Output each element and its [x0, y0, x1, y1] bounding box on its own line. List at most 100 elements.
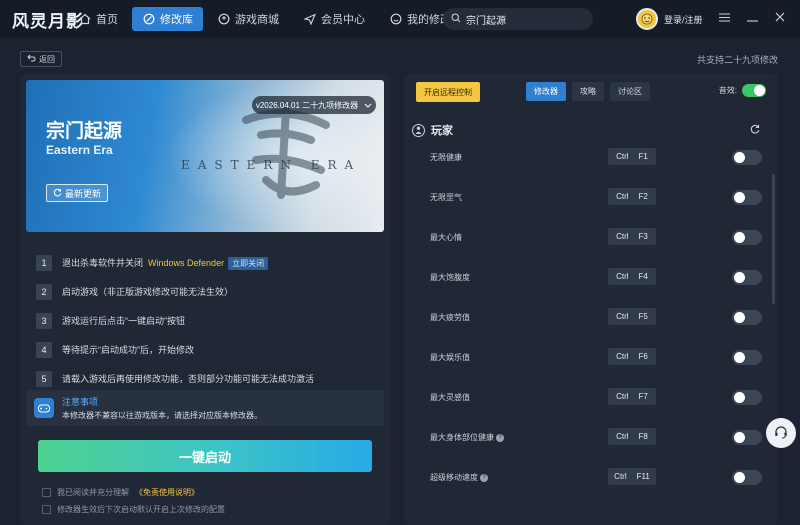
feature-name: 无限罡气 [430, 193, 462, 202]
feature-toggle[interactable] [732, 190, 762, 205]
feature-name: 最大灵感值 [430, 393, 470, 402]
close-now-button[interactable]: 立即关闭 [228, 256, 269, 270]
minimize-icon [746, 11, 758, 25]
customer-support-button[interactable] [766, 418, 796, 448]
smile-icon [389, 13, 402, 26]
reset-icon[interactable] [750, 124, 760, 137]
gamepad-notice-icon [34, 398, 54, 418]
sound-label: 音效: [718, 86, 737, 95]
headset-icon [774, 425, 788, 442]
login-area[interactable]: 登录/注册 [636, 8, 703, 30]
step-item: 3 游戏运行后点击“一键启动”按钮 [36, 306, 376, 335]
feature-list: 无限健康 Ctrl F1 无限罡气 Ctrl F2 最大心情 Ctrl F3 最大饱腹… [404, 138, 772, 498]
nav-item-library[interactable]: 修改库 [132, 7, 203, 31]
feature-row: 最大饱腹度 Ctrl F4 [404, 258, 772, 298]
feature-row: 最大心情 Ctrl F3 [404, 218, 772, 258]
hotkey-button[interactable]: Ctrl F2 [608, 188, 656, 205]
one-click-launch-button[interactable]: 一键启动 [38, 440, 372, 472]
back-arrow-icon [27, 54, 36, 64]
feature-row: 最大灵感值 Ctrl F7 [404, 378, 772, 418]
agree-checkbox[interactable] [42, 488, 51, 497]
feature-list-scrollbar[interactable] [772, 174, 775, 304]
hotkey-button[interactable]: Ctrl F3 [608, 228, 656, 245]
send-icon [303, 13, 316, 26]
close-button[interactable] [772, 10, 788, 26]
home-icon [78, 13, 91, 26]
feature-name: 最大身体部位健康? [430, 432, 504, 443]
remember-checkbox[interactable] [42, 505, 51, 514]
feature-toggle[interactable] [732, 310, 762, 325]
nav-item-member-center[interactable]: 会员中心 [293, 7, 375, 31]
help-icon[interactable]: ? [496, 433, 504, 442]
login-register-link[interactable]: 登录/注册 [664, 13, 703, 26]
notice-text: 本修改器不兼容以往游戏版本，请选择对应版本修改器。 [62, 411, 262, 420]
game-info-panel: EASTERN ERA 宗门起源 Eastern Era 最新更新 v2026.… [20, 74, 390, 525]
app-window: 风灵月影 首页 修改库 游戏商城 会员中心 我的修改器 宗门起源 登录/注册 返… [0, 0, 800, 525]
nav-item-home[interactable]: 首页 [68, 7, 128, 31]
sound-toggle[interactable] [742, 84, 766, 97]
step-item: 2 启动游戏（非正版游戏修改可能无法生效） [36, 277, 376, 306]
step-number: 3 [36, 312, 52, 329]
feature-row: 最大疲劳值 Ctrl F5 [404, 298, 772, 338]
step-text: 等待提示“启动成功”后，开始修改 [62, 345, 194, 355]
remote-control-button[interactable]: 开启远程控制 [416, 82, 480, 102]
tab-discussion[interactable]: 讨论区 [610, 82, 650, 101]
player-icon [412, 123, 425, 137]
avatar[interactable] [636, 8, 658, 30]
chevron-down-icon [364, 101, 372, 110]
library-icon [142, 13, 155, 26]
feature-name: 最大疲劳值 [430, 313, 470, 322]
feature-toggle[interactable] [732, 470, 762, 485]
search-box[interactable] [443, 8, 593, 30]
tab-guide[interactable]: 攻略 [572, 82, 604, 101]
hotkey-button[interactable]: Ctrl F5 [608, 308, 656, 325]
main-nav: 首页 修改库 游戏商城 会员中心 我的修改器 [68, 7, 472, 31]
menu-button[interactable] [716, 10, 732, 26]
nav-item-game-store[interactable]: 游戏商城 [207, 7, 289, 31]
notice-title: 注意事项 [62, 397, 99, 407]
feature-name: 最大心情 [430, 233, 462, 242]
trainer-tabs: 修改器 攻略 讨论区 [526, 82, 650, 101]
disclaimer-link[interactable]: 《免责使用说明》 [135, 487, 199, 498]
feature-toggle[interactable] [732, 230, 762, 245]
minimize-button[interactable] [744, 10, 760, 26]
game-banner: EASTERN ERA 宗门起源 Eastern Era 最新更新 v2026.… [26, 80, 384, 232]
banner-english-text: EASTERN ERA [181, 158, 362, 172]
feature-toggle[interactable] [732, 150, 762, 165]
top-bar: 风灵月影 首页 修改库 游戏商城 会员中心 我的修改器 宗门起源 登录/注册 [0, 0, 800, 38]
back-button[interactable]: 返回 [20, 51, 62, 67]
feature-row: 无限罡气 Ctrl F2 [404, 178, 772, 218]
hotkey-button[interactable]: Ctrl F1 [608, 148, 656, 165]
section-title: 玩家 [431, 125, 453, 137]
remember-config-row[interactable]: 修改器生效后下次启动默认开启上次修改的配置 [42, 504, 225, 515]
step-number: 1 [36, 254, 52, 271]
search-input[interactable] [466, 13, 586, 25]
version-select[interactable]: v2026.04.01 二十九项修改器 [252, 96, 376, 114]
feature-toggle[interactable] [732, 430, 762, 445]
close-icon [775, 11, 785, 25]
hotkey-button[interactable]: Ctrl F7 [608, 388, 656, 405]
feature-row: 无限健康 Ctrl F1 [404, 138, 772, 178]
feature-toggle[interactable] [732, 270, 762, 285]
feature-name: 最大饱腹度 [430, 273, 470, 282]
hotkey-button[interactable]: Ctrl F8 [608, 428, 656, 445]
tab-trainer[interactable]: 修改器 [526, 82, 566, 101]
menu-icon [718, 11, 730, 25]
feature-toggle[interactable] [732, 390, 762, 405]
agree-terms-row[interactable]: 我已阅读并充分理解 《免责使用说明》 [42, 487, 199, 498]
hotkey-button[interactable]: Ctrl F6 [608, 348, 656, 365]
step-text: 退出杀毒软件并关闭 [62, 257, 144, 268]
help-icon[interactable]: ? [480, 473, 488, 482]
refresh-icon [53, 188, 62, 199]
hotkey-button[interactable]: Ctrl F4 [608, 268, 656, 285]
feature-toggle[interactable] [732, 350, 762, 365]
hotkey-button[interactable]: Ctrl F11 [608, 468, 656, 485]
feature-name: 无限健康 [430, 153, 462, 162]
support-count-text: 共支持二十九项修改 [696, 55, 778, 65]
step-item: 4 等待提示“启动成功”后，开始修改 [36, 335, 376, 364]
feature-row: 超级移动速度? Ctrl F11 [404, 458, 772, 498]
latest-update-button[interactable]: 最新更新 [46, 184, 108, 202]
feature-name: 最大娱乐值 [430, 353, 470, 362]
search-icon [451, 12, 461, 26]
step-number: 4 [36, 341, 52, 358]
